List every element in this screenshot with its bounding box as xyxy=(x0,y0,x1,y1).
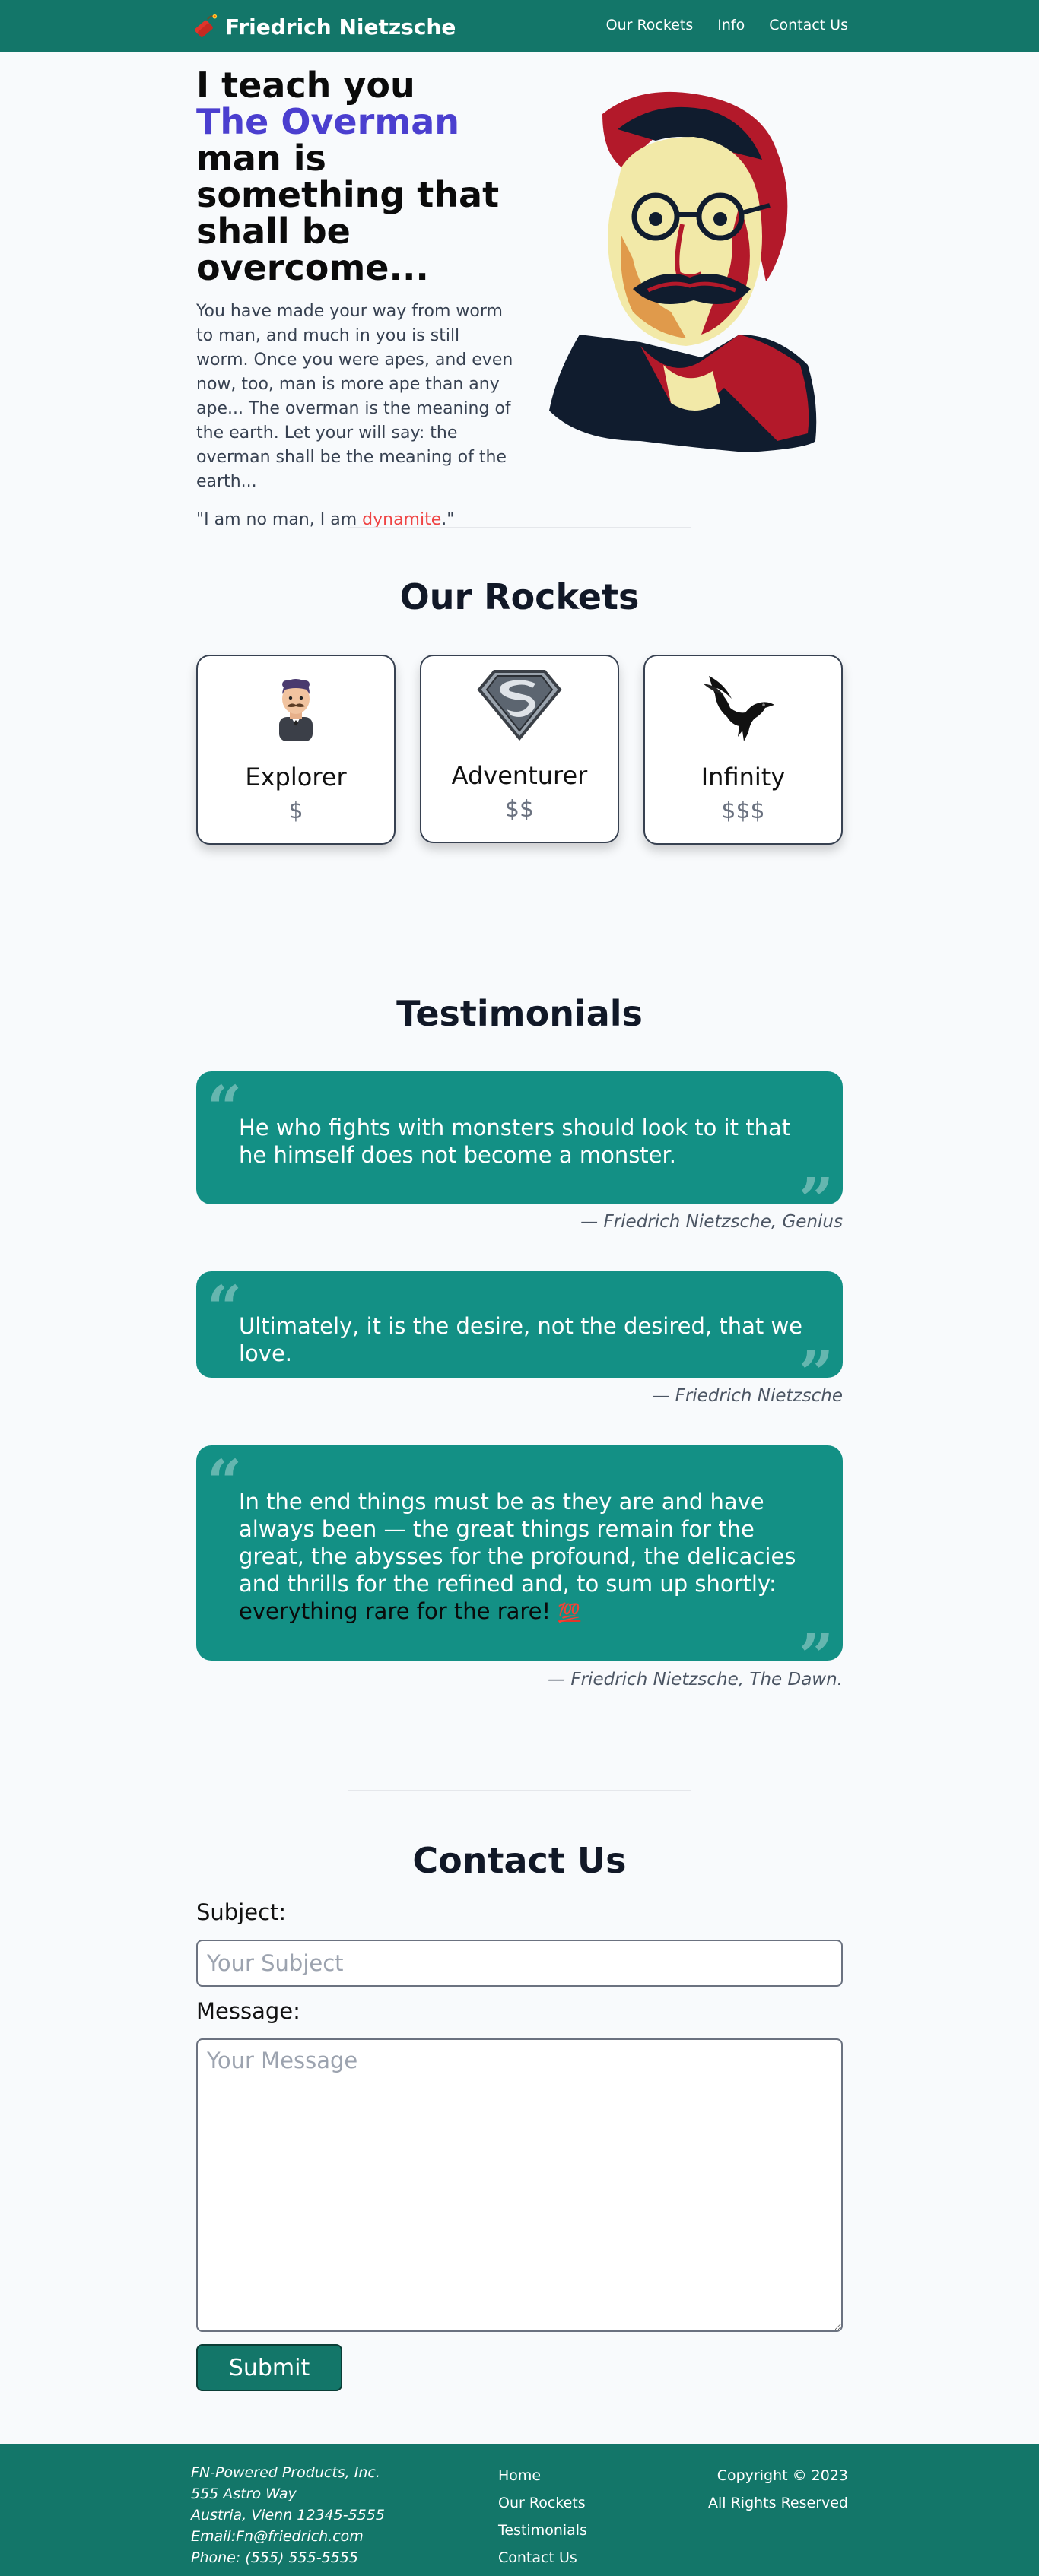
footer-company: FN-Powered Products, Inc. xyxy=(191,2464,380,2481)
testimonials-title: Testimonials xyxy=(396,993,643,1034)
rocket-card-explorer[interactable]: Explorer $ xyxy=(196,655,396,845)
nav-our-rockets[interactable]: Our Rockets xyxy=(606,17,694,33)
nav-contact-us[interactable]: Contact Us xyxy=(769,17,848,33)
hero-quote: "I am no man, I am dynamite." xyxy=(196,508,516,532)
open-quote-icon: “ xyxy=(207,1072,243,1144)
contact-title: Contact Us xyxy=(412,1840,627,1881)
footer-copyright: Copyright © 2023 All Rights Reserved xyxy=(708,2462,848,2517)
raven-icon xyxy=(703,676,774,741)
testimonial-text: In the end things must be as they are an… xyxy=(239,1488,820,1626)
hero-quote-pre: "I am no man, I am xyxy=(196,510,363,529)
testimonial-card: “ He who fights with monsters should loo… xyxy=(196,1071,843,1230)
brand-name: Friedrich Nietzsche xyxy=(225,14,456,40)
subject-input[interactable] xyxy=(196,1940,843,1987)
rocket-card-adventurer[interactable]: Adventurer $$ xyxy=(420,655,619,843)
testimonial-author: — Friedrich Nietzsche, The Dawn. xyxy=(548,1670,843,1689)
open-quote-icon: “ xyxy=(207,1446,243,1518)
hero-title-rest: man is something that shall be overcome.… xyxy=(196,138,500,288)
main-nav: Our Rockets Info Contact Us xyxy=(606,17,848,33)
footer-link-home[interactable]: Home xyxy=(498,2462,587,2489)
nietzsche-portrait xyxy=(549,91,817,452)
footer-link-our-rockets[interactable]: Our Rockets xyxy=(498,2489,587,2517)
dynamite-icon xyxy=(195,14,218,37)
footer-street: 555 Astro Way xyxy=(191,2486,297,2502)
brand[interactable]: Friedrich Nietzsche xyxy=(190,12,456,41)
footer-link-testimonials[interactable]: Testimonials xyxy=(498,2517,587,2544)
hero-title-line1: I teach you xyxy=(196,65,415,106)
footer-phone: Phone: (555) 555-5555 xyxy=(191,2549,358,2566)
submit-button[interactable]: Submit xyxy=(196,2344,342,2391)
hundred-points-icon: 💯 xyxy=(558,1602,581,1623)
hero-paragraph: You have made your way from worm to man,… xyxy=(196,302,513,491)
hero: I teach you The Overman man is something… xyxy=(196,67,516,532)
rocket-price: $$$ xyxy=(721,798,765,824)
footer-city: Austria, Vienn 12345-5555 xyxy=(191,2507,385,2524)
rocket-price: $$ xyxy=(504,796,535,823)
testimonial-author: — Friedrich Nietzsche xyxy=(652,1386,843,1406)
open-quote-icon: “ xyxy=(207,1272,243,1344)
copyright-text: Copyright © 2023 xyxy=(716,2467,848,2484)
message-textarea[interactable] xyxy=(196,2038,843,2332)
testimonial-highlight: everything rare for the rare! xyxy=(239,1598,551,1624)
testimonial-card: “ In the end things must be as they are … xyxy=(196,1445,843,1686)
superman-shield-icon xyxy=(477,670,562,741)
rocket-name: Adventurer xyxy=(451,761,588,790)
rights-text: All Rights Reserved xyxy=(708,2495,848,2511)
site-footer: FN-Powered Products, Inc. 555 Astro Way … xyxy=(0,2444,1039,2576)
rockets-title: Our Rockets xyxy=(399,576,640,617)
subject-label: Subject: xyxy=(196,1899,287,1925)
nav-info[interactable]: Info xyxy=(717,17,745,33)
rocket-name: Infinity xyxy=(701,763,786,792)
message-label: Message: xyxy=(196,1998,300,2024)
footer-nav: Home Our Rockets Testimonials Contact Us xyxy=(498,2462,587,2571)
testimonial-card: “ Ultimately, it is the desire, not the … xyxy=(196,1271,843,1404)
hero-title-accent: The Overman xyxy=(196,101,460,142)
rocket-card-infinity[interactable]: Infinity $$$ xyxy=(643,655,843,845)
testimonial-text: Ultimately, it is the desire, not the de… xyxy=(239,1313,803,1366)
rocket-price: $ xyxy=(288,798,303,824)
testimonial-text: He who fights with monsters should look … xyxy=(239,1115,791,1168)
explorer-avatar-icon xyxy=(279,679,313,741)
testimonial-author: — Friedrich Nietzsche, Genius xyxy=(580,1212,843,1232)
hero-title: I teach you The Overman man is something… xyxy=(196,67,516,286)
rocket-name: Explorer xyxy=(245,763,347,792)
section-divider xyxy=(348,527,691,528)
section-divider xyxy=(348,1790,691,1791)
site-header: Friedrich Nietzsche Our Rockets Info Con… xyxy=(0,0,1039,52)
footer-link-contact-us[interactable]: Contact Us xyxy=(498,2544,587,2571)
footer-address: FN-Powered Products, Inc. 555 Astro Way … xyxy=(191,2462,385,2568)
footer-email: Email:Fn@friedrich.com xyxy=(191,2528,364,2545)
testimonial-text-main: In the end things must be as they are an… xyxy=(239,1489,796,1597)
